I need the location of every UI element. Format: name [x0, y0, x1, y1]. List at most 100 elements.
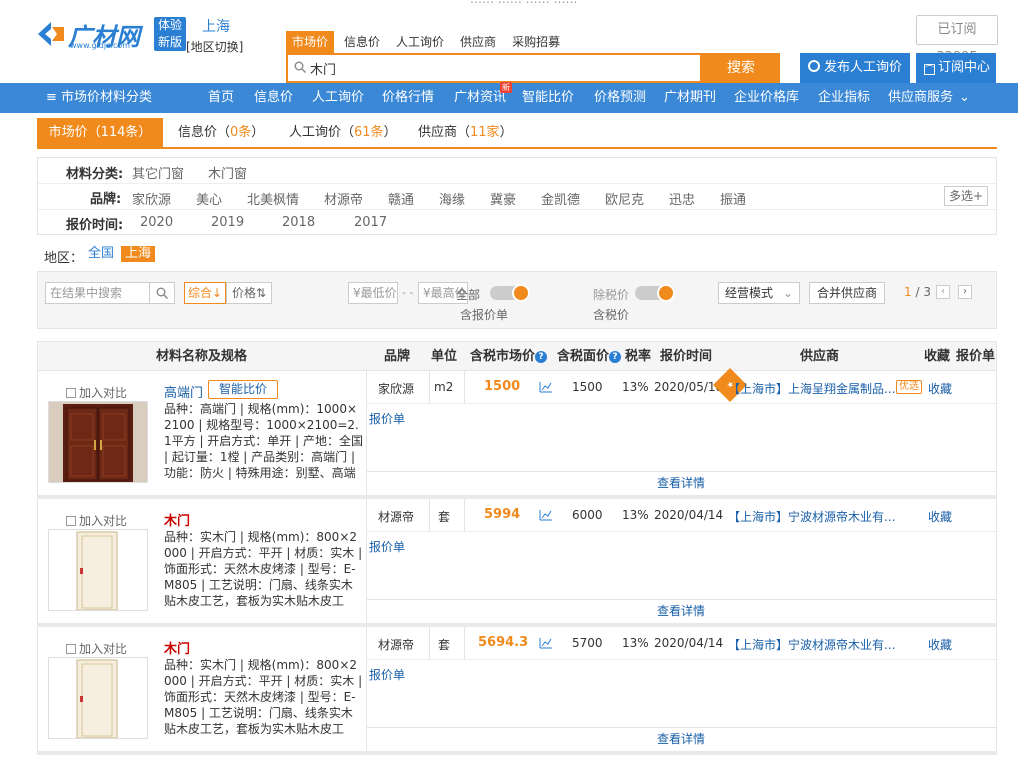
view-details-link[interactable]: 查看详情 — [366, 727, 996, 749]
quote-sheet-link[interactable]: 报价单 — [369, 666, 405, 683]
search-tab-market[interactable]: 市场价 — [286, 31, 335, 53]
multi-select-button[interactable]: 多选+ — [944, 186, 988, 206]
year-option[interactable]: 2020 — [140, 215, 173, 230]
nav-item-price-trend[interactable]: 价格行情 — [382, 83, 434, 113]
compare-checkbox[interactable]: 加入对比 — [66, 640, 127, 657]
quote-sheet-link[interactable]: 报价单 — [369, 410, 405, 427]
nav-item-enterprise-price[interactable]: 企业价格库 — [734, 83, 799, 113]
result-search-button[interactable] — [149, 282, 175, 304]
tab-underline — [37, 147, 997, 149]
year-option[interactable]: 2017 — [354, 215, 387, 230]
brand-option[interactable]: 振通 — [720, 189, 746, 208]
column-divider — [464, 499, 465, 531]
nav-item-home[interactable]: 首页 — [208, 83, 234, 113]
year-option[interactable]: 2018 — [282, 215, 315, 230]
nav-item-manual-inquiry[interactable]: 人工询价 — [312, 83, 364, 113]
compare-checkbox[interactable]: 加入对比 — [66, 512, 127, 529]
include-quote-top: 全部 — [456, 288, 481, 302]
sort-price-button[interactable]: 价格⇅ — [226, 282, 272, 304]
tax-rate: 13% — [622, 508, 649, 522]
help-icon[interactable]: ? — [535, 351, 548, 363]
merge-supplier-button[interactable]: 合并供应商 — [809, 282, 885, 304]
year-option[interactable]: 2019 — [211, 215, 244, 230]
pagination: 1 / 3 — [904, 285, 931, 299]
product-name-text: 高端门 — [164, 386, 204, 401]
nav-item-journal[interactable]: 广材期刊 — [664, 83, 716, 113]
nav-category-menu[interactable]: ≡ 市场价材料分类 — [46, 83, 152, 113]
category-option[interactable]: 其它门窗 — [132, 163, 184, 182]
view-details-link[interactable]: 查看详情 — [366, 599, 996, 621]
trend-chart-icon[interactable] — [539, 637, 553, 649]
brand-option[interactable]: 欧尼克 — [605, 189, 644, 208]
min-price-input[interactable]: ¥最低价 — [348, 282, 398, 304]
search-tab-manual[interactable]: 人工询价 — [390, 31, 450, 53]
new-version-badge[interactable]: 体验 新版 — [154, 17, 186, 51]
supplier-link[interactable]: 【上海市】宁波材源帝木业有... — [728, 508, 896, 525]
compare-checkbox[interactable]: 加入对比 — [66, 384, 127, 401]
quote-sheet-link[interactable]: 报价单 — [369, 538, 405, 555]
subscribed-count[interactable]: 已订阅32995 — [916, 15, 998, 65]
favorite-link[interactable]: 收藏 — [928, 380, 952, 397]
product-name[interactable]: 木门 — [164, 638, 190, 657]
product-image[interactable] — [48, 401, 148, 483]
favorite-link[interactable]: 收藏 — [928, 636, 952, 653]
chevron-left-icon: ‹ — [941, 286, 945, 297]
trend-chart-icon[interactable] — [539, 381, 553, 393]
nav-item-info-price[interactable]: 信息价 — [254, 83, 293, 113]
include-quote-toggle[interactable] — [490, 284, 530, 302]
nav-item-smart-compare[interactable]: 智能比价 — [522, 83, 574, 113]
supplier-link[interactable]: 【上海市】上海呈翔金属制品... — [728, 380, 896, 397]
nav-item-enterprise-index[interactable]: 企业指标 — [818, 83, 870, 113]
search-button[interactable]: 搜索 — [702, 53, 780, 83]
filter-divider — [38, 183, 996, 184]
trend-chart-icon[interactable] — [539, 509, 553, 521]
smart-compare-button[interactable]: 智能比价 — [208, 380, 279, 399]
tab-manual-inquiry[interactable]: 人工询价（61条） — [289, 118, 397, 148]
product-image[interactable] — [48, 657, 148, 739]
supplier-link[interactable]: 【上海市】宁波材源帝木业有... — [728, 636, 896, 653]
tab-info-price[interactable]: 信息价（0条） — [178, 118, 264, 148]
brand-option[interactable]: 金凯德 — [541, 189, 580, 208]
logo-url: www.gldjc.com — [70, 41, 131, 50]
tab-info-count: 0条 — [230, 125, 252, 140]
product-image[interactable] — [48, 529, 148, 611]
nav-item-supplier-service[interactable]: 供应商服务 ⌄ — [888, 83, 970, 113]
search-tab-supplier[interactable]: 供应商 — [454, 31, 502, 53]
publish-inquiry-button[interactable]: 发布人工询价 — [800, 53, 910, 83]
brand-option[interactable]: 材源帝 — [324, 189, 363, 208]
brand-option[interactable]: 美心 — [196, 189, 222, 208]
page-next-button[interactable]: › — [958, 285, 972, 299]
category-option[interactable]: 木门窗 — [208, 163, 247, 182]
brand-option[interactable]: 北美枫情 — [247, 189, 299, 208]
current-city: 上海 — [202, 19, 230, 35]
tab-market-price[interactable]: 市场价（114条） — [37, 118, 163, 148]
city-switch-link[interactable]: [地区切换] — [186, 38, 243, 55]
tax-toggle[interactable] — [635, 284, 675, 302]
brand-option[interactable]: 海缘 — [439, 189, 465, 208]
page-prev-button[interactable]: ‹ — [936, 285, 950, 299]
product-name[interactable]: 木门 — [164, 510, 190, 529]
region-option-shanghai[interactable]: 上海 — [121, 246, 156, 262]
help-icon[interactable]: ? — [609, 351, 622, 363]
search-input[interactable] — [310, 58, 690, 78]
nav-item-news[interactable]: 广材资讯新 — [454, 82, 512, 113]
row-divider — [366, 659, 996, 660]
region-option-national[interactable]: 全国 — [84, 246, 118, 262]
nav-item-price-forecast[interactable]: 价格预测 — [594, 83, 646, 113]
brand-option[interactable]: 冀豪 — [490, 189, 516, 208]
product-name[interactable]: 高端门 — [164, 382, 203, 401]
search-tab-procurement[interactable]: 采购招募 — [506, 31, 566, 53]
search-tab-info[interactable]: 信息价 — [338, 31, 386, 53]
brand-option[interactable]: 家欣源 — [132, 189, 171, 208]
brand-option[interactable]: 迅忠 — [669, 189, 695, 208]
sort-composite-button[interactable]: 综合↓ — [184, 282, 226, 304]
tab-supplier[interactable]: 供应商（11家） — [418, 118, 513, 148]
quote-date: 2020/04/14 — [654, 508, 724, 522]
subscribe-center-button[interactable]: ⌒ 订阅中心 — [916, 53, 996, 83]
business-mode-select[interactable]: 经营模式 ⌄ — [718, 282, 800, 304]
checkbox-icon — [66, 388, 76, 398]
brand-option[interactable]: 赣通 — [388, 189, 414, 208]
badge-line-2: 新版 — [157, 35, 182, 49]
view-details-link[interactable]: 查看详情 — [366, 471, 996, 493]
favorite-link[interactable]: 收藏 — [928, 508, 952, 525]
